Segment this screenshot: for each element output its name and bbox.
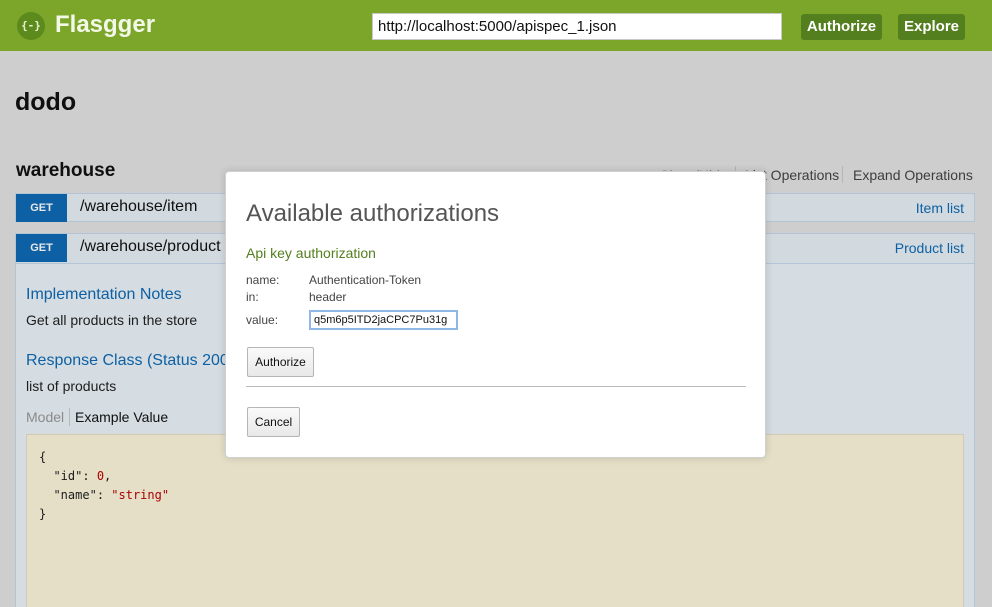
modal-authorize-button[interactable]: Authorize xyxy=(247,347,314,377)
flasgger-logo-icon: {-} xyxy=(17,12,45,40)
divider xyxy=(246,386,746,387)
authorization-modal: Available authorizations Api key authori… xyxy=(225,171,766,458)
modal-title: Available authorizations xyxy=(246,200,500,227)
top-header: {-} Flasgger Authorize Explore xyxy=(0,0,992,51)
in-label: in: xyxy=(246,290,259,304)
explore-button[interactable]: Explore xyxy=(898,14,965,40)
spec-url-input[interactable] xyxy=(372,13,782,40)
app-logo-text: Flasgger xyxy=(55,11,156,38)
api-key-authorization-title: Api key authorization xyxy=(246,245,376,261)
value-label: value: xyxy=(246,313,279,327)
in-value: header xyxy=(309,290,347,304)
api-key-input[interactable] xyxy=(309,310,458,330)
name-value: Authentication-Token xyxy=(309,273,422,287)
cancel-button[interactable]: Cancel xyxy=(247,407,300,437)
name-label: name: xyxy=(246,273,280,287)
header-authorize-button[interactable]: Authorize xyxy=(801,14,882,40)
